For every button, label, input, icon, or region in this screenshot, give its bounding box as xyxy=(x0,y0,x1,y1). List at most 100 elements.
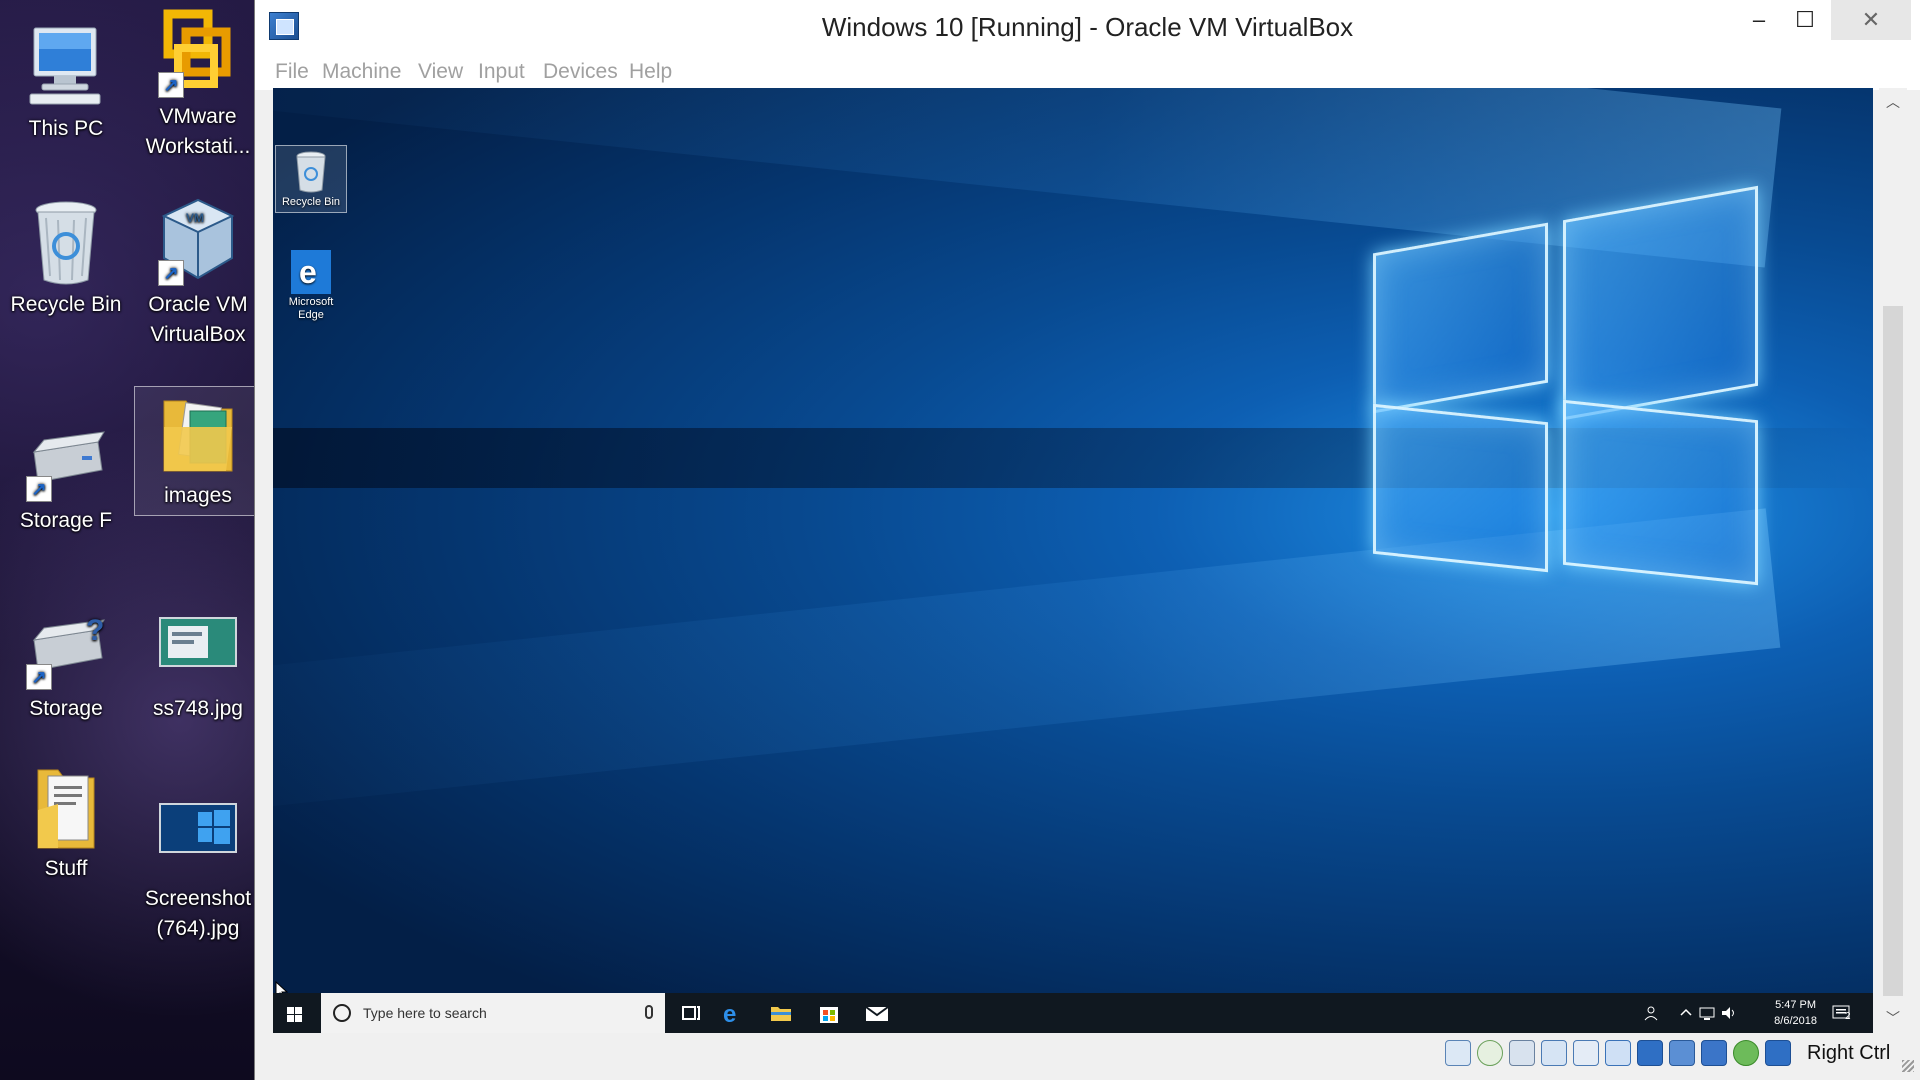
menu-devices[interactable]: Devices xyxy=(543,54,618,90)
audio-icon[interactable] xyxy=(1509,1040,1535,1066)
display-icon[interactable] xyxy=(1637,1040,1663,1066)
menu-bar: File Machine View Input Devices Help xyxy=(255,54,1920,90)
menu-help[interactable]: Help xyxy=(629,54,672,90)
host-icon-label: Recycle Bin xyxy=(10,293,122,316)
svg-text:?: ? xyxy=(86,614,104,647)
virtualbox-window: Windows 10 [Running] - Oracle VM Virtual… xyxy=(254,0,1920,1080)
host-desktop: This PC ↗ VMware Workstati... Recycle Bi… xyxy=(0,0,262,1080)
virtualbox-icon: VM ↗ xyxy=(156,196,240,288)
guest-display[interactable]: Recycle Bin e Microsoft Edge Type here t xyxy=(273,88,1873,1033)
host-key-label: Right Ctrl xyxy=(1807,1042,1891,1064)
microphone-icon[interactable] xyxy=(645,1005,653,1019)
title-bar[interactable]: Windows 10 [Running] - Oracle VM Virtual… xyxy=(255,0,1920,54)
image-file-icon xyxy=(156,790,240,882)
status-bar: Right Ctrl xyxy=(255,1034,1920,1080)
clock-time: 5:47 PM xyxy=(1775,999,1817,1011)
host-icon-label: VirtualBox xyxy=(150,323,246,346)
guest-icon-microsoft-edge[interactable]: e Microsoft Edge xyxy=(275,246,347,322)
cortana-icon xyxy=(333,1004,351,1022)
scroll-up-arrow-icon[interactable]: ︿ xyxy=(1885,94,1901,110)
menu-input[interactable]: Input xyxy=(478,54,525,90)
menu-file[interactable]: File xyxy=(275,54,309,90)
guest-icon-label: Recycle Bin xyxy=(281,196,341,208)
host-icon-storage-f[interactable]: ↗ Storage F xyxy=(2,412,130,536)
usb-icon[interactable] xyxy=(1573,1040,1599,1066)
host-icon-label: Stuff xyxy=(44,857,88,880)
menu-machine[interactable]: Machine xyxy=(322,54,401,90)
people-icon[interactable] xyxy=(1643,1003,1663,1033)
mouse-integration-icon[interactable] xyxy=(1733,1040,1759,1066)
start-button[interactable] xyxy=(273,993,321,1033)
host-icon-this-pc[interactable]: This PC xyxy=(2,20,130,144)
host-icon-label: This PC xyxy=(28,117,104,140)
keyboard-capture-icon[interactable] xyxy=(1765,1040,1791,1066)
shortcut-arrow-icon: ↗ xyxy=(158,260,184,286)
guest-icon-label: Microsoft xyxy=(288,296,334,308)
action-center-icon[interactable]: 2 xyxy=(1831,1003,1855,1033)
taskbar-search-box[interactable]: Type here to search xyxy=(321,993,665,1033)
host-icon-images[interactable]: images xyxy=(134,386,262,516)
window-title: Windows 10 [Running] - Oracle VM Virtual… xyxy=(821,12,1354,42)
wallpaper-light-beam xyxy=(273,508,1781,826)
shortcut-arrow-icon: ↗ xyxy=(158,72,184,98)
vertical-scrollbar[interactable]: ︿ ﹀ xyxy=(1879,88,1907,1033)
drive-icon: ? ↗ xyxy=(24,600,108,692)
guest-icon-label: Edge xyxy=(298,309,324,321)
edge-taskbar-icon[interactable]: e xyxy=(719,999,747,1028)
folder-icon xyxy=(156,387,240,479)
wallpaper-light-beam xyxy=(273,88,1782,268)
vmware-icon: ↗ xyxy=(156,8,240,100)
edge-icon: e xyxy=(291,250,331,294)
host-icon-screenshot-764[interactable]: Screenshot (764).jpg xyxy=(134,790,262,944)
network-adapter-icon[interactable] xyxy=(1541,1040,1567,1066)
shortcut-arrow-icon: ↗ xyxy=(26,664,52,690)
scroll-down-arrow-icon[interactable]: ﹀ xyxy=(1885,1010,1901,1026)
host-icon-label: (764).jpg xyxy=(156,917,240,940)
host-icon-vmware[interactable]: ↗ VMware Workstati... xyxy=(134,8,262,162)
search-placeholder: Type here to search xyxy=(363,1005,487,1021)
host-icon-storage[interactable]: ? ↗ Storage xyxy=(2,600,130,724)
guest-taskbar: Type here to search e 5:47 PM 8/6/2018 2 xyxy=(273,993,1873,1033)
store-icon[interactable] xyxy=(815,999,843,1027)
guest-icon-recycle-bin[interactable]: Recycle Bin xyxy=(275,145,347,213)
host-icon-label: Storage F xyxy=(19,509,113,532)
clock-date: 8/6/2018 xyxy=(1774,1015,1817,1027)
taskbar-clock[interactable]: 5:47 PM 8/6/2018 xyxy=(1774,997,1817,1029)
close-button[interactable]: ✕ xyxy=(1831,0,1911,40)
scrollbar-thumb[interactable] xyxy=(1883,306,1903,996)
svg-text:e: e xyxy=(299,254,317,290)
cpu-icon[interactable] xyxy=(1701,1040,1727,1066)
task-view-icon[interactable] xyxy=(677,999,705,1027)
host-icon-label: VMware xyxy=(159,105,237,128)
host-icon-recycle-bin[interactable]: Recycle Bin xyxy=(2,196,130,320)
recycle-bin-icon xyxy=(291,150,331,194)
computer-icon xyxy=(24,20,108,112)
windows-logo-pane xyxy=(1563,399,1758,586)
resize-grip[interactable] xyxy=(1902,1060,1914,1072)
shared-folders-icon[interactable] xyxy=(1605,1040,1631,1066)
recycle-bin-icon xyxy=(24,196,108,288)
svg-text:VM: VM xyxy=(186,211,204,225)
notification-count: 2 xyxy=(1845,1011,1851,1022)
hard-disk-icon[interactable] xyxy=(1445,1040,1471,1066)
host-icon-stuff[interactable]: Stuff xyxy=(2,760,130,884)
windows-logo-pane xyxy=(1373,403,1548,573)
network-icon[interactable] xyxy=(1697,1003,1717,1033)
mail-icon[interactable] xyxy=(863,999,891,1027)
maximize-button[interactable]: ☐ xyxy=(1775,0,1835,40)
optical-drive-icon[interactable] xyxy=(1477,1040,1503,1066)
drive-icon: ↗ xyxy=(24,412,108,504)
menu-view[interactable]: View xyxy=(418,54,463,90)
windows-logo-pane xyxy=(1563,185,1758,421)
show-hidden-icons-chevron-icon[interactable] xyxy=(1679,1003,1693,1033)
file-explorer-icon[interactable] xyxy=(767,999,795,1027)
host-icon-label: ss748.jpg xyxy=(153,697,243,720)
video-capture-icon[interactable] xyxy=(1669,1040,1695,1066)
folder-icon xyxy=(24,760,108,852)
host-icon-label: Workstati... xyxy=(145,135,251,158)
host-icon-label: Oracle VM xyxy=(148,293,248,316)
host-icon-virtualbox[interactable]: VM ↗ Oracle VM VirtualBox xyxy=(134,196,262,350)
host-icon-label: Storage xyxy=(29,697,103,720)
host-icon-ss748[interactable]: ss748.jpg xyxy=(134,600,262,724)
volume-icon[interactable] xyxy=(1719,1003,1739,1033)
